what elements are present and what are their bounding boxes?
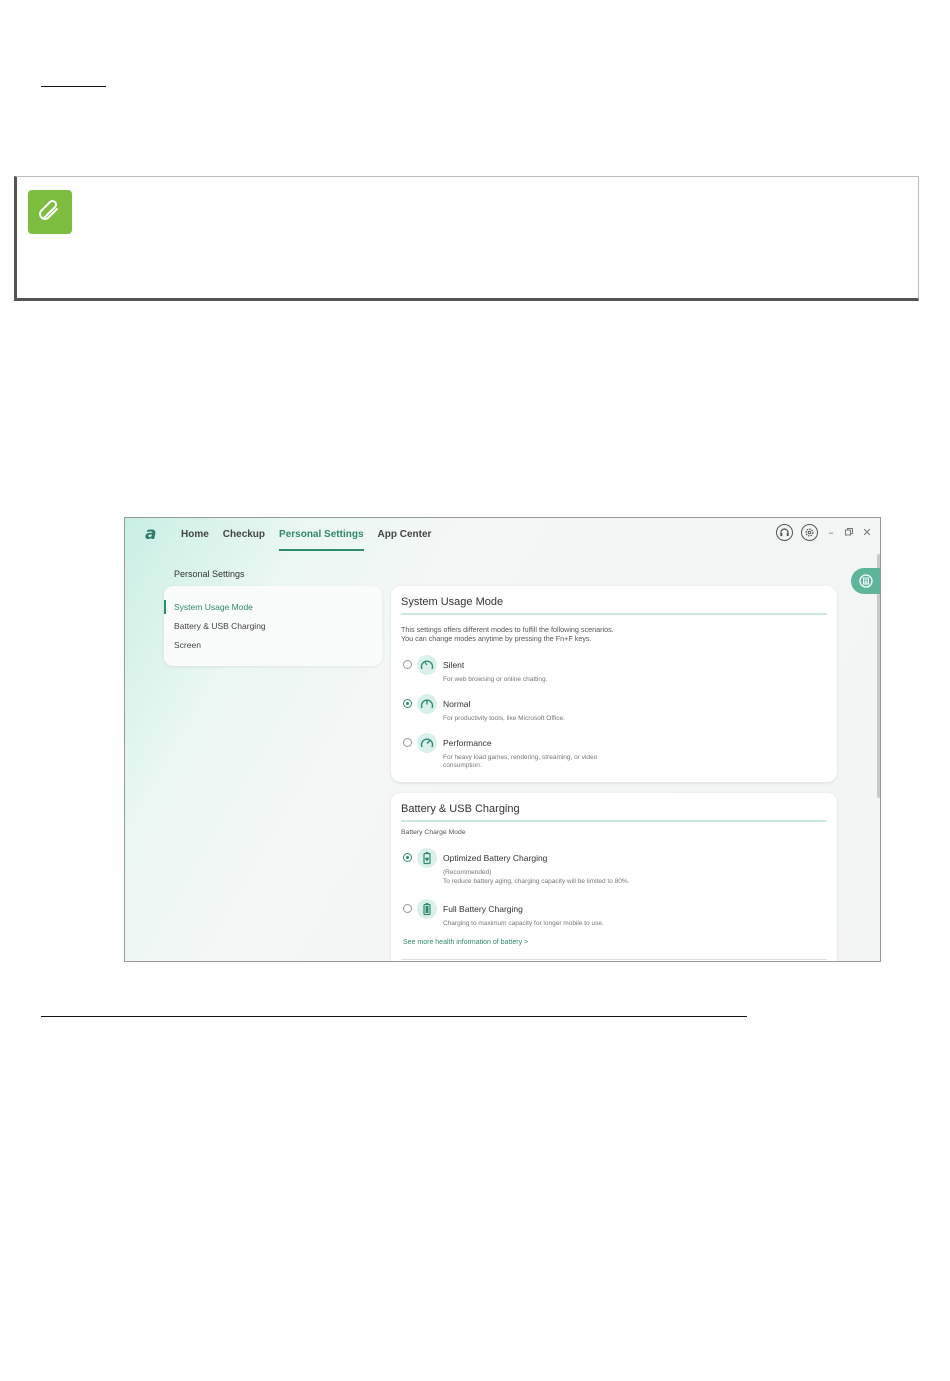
nav-app-center[interactable]: App Center	[378, 529, 432, 540]
option-performance-sub: For heavy load games, rendering, streami…	[443, 754, 598, 769]
system-usage-mode-card: System Usage Mode This settings offers d…	[391, 586, 837, 782]
nav-home[interactable]: Home	[181, 529, 209, 540]
window-controls: – ✕	[776, 524, 872, 541]
battery-optimized-icon	[417, 848, 437, 868]
option-optimized-label: Optimized Battery Charging	[443, 853, 548, 863]
option-normal-sub: For productivity tools, like Microsoft O…	[443, 715, 565, 722]
radio-performance[interactable]	[403, 738, 412, 747]
acer-care-center-window: a Home Checkup Personal Settings App Cen…	[124, 517, 881, 962]
sidebar-item-screen[interactable]: Screen	[174, 640, 201, 650]
option-normal-label: Normal	[443, 699, 471, 709]
radio-silent[interactable]	[403, 660, 412, 669]
usage-description-2: You can change modes anytime by pressing…	[401, 634, 592, 643]
sidebar-item-battery-usb-charging[interactable]: Battery & USB Charging	[174, 621, 266, 631]
settings-gear-icon[interactable]	[801, 524, 818, 541]
settings-sidebar: System Usage Mode Battery & USB Charging…	[164, 586, 382, 666]
top-rule	[41, 86, 106, 87]
option-silent-sub: For web browsing or online chatting.	[443, 676, 548, 683]
paperclip-note-icon	[28, 190, 72, 234]
support-headset-icon[interactable]	[776, 524, 793, 541]
card-title: System Usage Mode	[401, 596, 504, 608]
performance-mode-icon	[417, 733, 437, 753]
battery-full-icon	[417, 899, 437, 919]
card-bottom-divider	[401, 959, 827, 960]
nav-checkup[interactable]: Checkup	[223, 529, 265, 540]
option-optimized-sub: To reduce battery aging, charging capaci…	[443, 878, 630, 885]
note-box	[14, 176, 919, 301]
option-silent-label: Silent	[443, 660, 465, 670]
sidebar-item-system-usage-mode[interactable]: System Usage Mode	[174, 602, 253, 612]
card-divider	[401, 613, 827, 615]
radio-full-charging[interactable]	[403, 904, 412, 913]
sidebar-active-indicator	[164, 600, 166, 614]
page-title: Personal Settings	[174, 569, 245, 579]
nav-personal-settings[interactable]: Personal Settings	[279, 529, 364, 551]
silent-mode-icon	[417, 655, 437, 675]
option-full-label: Full Battery Charging	[443, 904, 523, 914]
radio-normal[interactable]	[403, 699, 412, 708]
main-nav: Home Checkup Personal Settings App Cente…	[181, 529, 445, 551]
notes-list-icon	[859, 574, 873, 588]
close-icon[interactable]: ✕	[862, 526, 872, 539]
floating-notes-button[interactable]	[851, 568, 880, 594]
bottom-rule	[41, 1016, 747, 1017]
battery-usb-charging-card: Battery & USB Charging Battery Charge Mo…	[391, 793, 837, 961]
normal-mode-icon	[417, 694, 437, 714]
battery-health-link[interactable]: See more health information of battery >	[403, 939, 528, 946]
card-title: Battery & USB Charging	[401, 803, 520, 815]
restore-icon[interactable]	[844, 526, 854, 539]
top-bar: a Home Checkup Personal Settings App Cen…	[125, 518, 880, 554]
usage-description-1: This settings offers different modes to …	[401, 625, 614, 634]
option-full-sub: Charging to maximum capacity for longer …	[443, 920, 604, 927]
radio-optimized-charging[interactable]	[403, 853, 412, 862]
option-optimized-recommended: (Recommended)	[443, 869, 492, 876]
battery-charge-mode-label: Battery Charge Mode	[401, 829, 466, 836]
card-divider	[401, 820, 827, 822]
option-performance-label: Performance	[443, 738, 492, 748]
minimize-icon[interactable]: –	[826, 526, 836, 539]
acer-logo: a	[145, 524, 157, 544]
